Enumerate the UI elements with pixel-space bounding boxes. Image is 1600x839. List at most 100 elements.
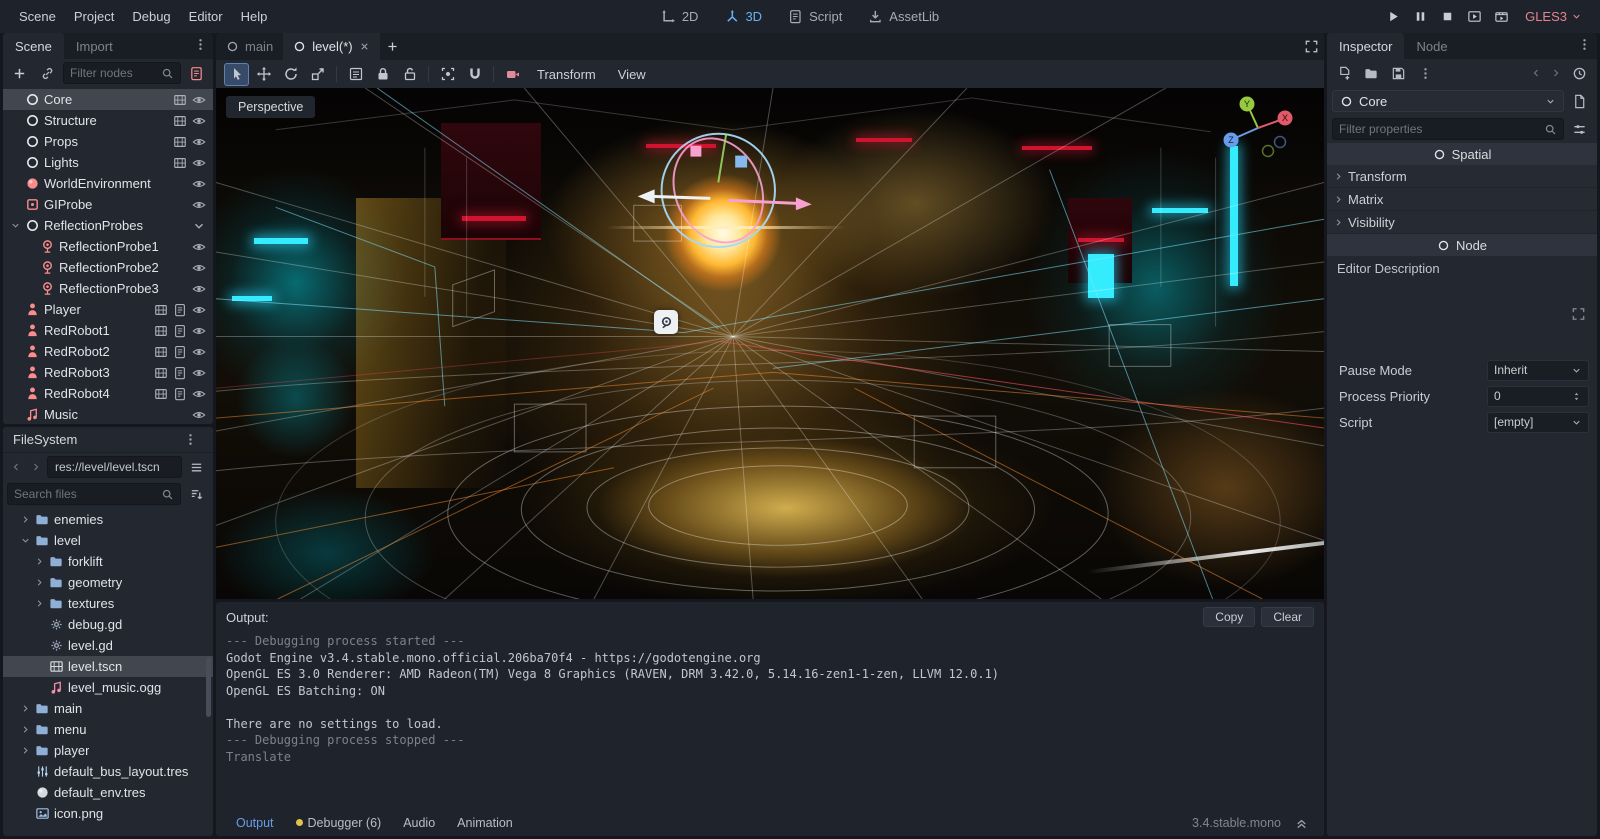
tool-snap[interactable] [462,63,487,86]
file-row[interactable]: main [3,698,213,719]
file-row[interactable]: level.gd [3,635,213,656]
switch-3d[interactable]: 3D [714,5,772,28]
scene-tree[interactable]: CoreStructurePropsLightsWorldEnvironment… [3,87,213,424]
scene-node-row[interactable]: ReflectionProbe2 [3,257,213,278]
expand-arrow-icon[interactable] [19,703,31,714]
menu-scene[interactable]: Scene [10,4,65,29]
expand-arrow-icon[interactable] [20,514,31,525]
menu-help[interactable]: Help [232,4,277,29]
visibility-eye-icon[interactable] [192,135,206,149]
expand-arrow-icon[interactable] [33,577,45,588]
file-row[interactable]: textures [3,593,213,614]
visibility-eye-icon[interactable] [192,303,206,317]
play-custom-scene-button[interactable] [1489,5,1514,28]
scene-node-row[interactable]: Props [3,131,213,152]
instance-scene-button[interactable] [35,62,60,85]
file-row[interactable]: icon.png [3,803,213,824]
open-scene-icon[interactable] [154,303,168,317]
open-scene-icon[interactable] [154,345,168,359]
expand-arrow-icon[interactable] [20,703,31,714]
script-icon[interactable] [173,366,187,380]
file-sort-button[interactable] [184,483,209,506]
script-icon[interactable] [173,387,187,401]
dock-menu-icon[interactable] [178,428,203,451]
bottom-tab-output[interactable]: Output [226,813,284,833]
group-visibility[interactable]: Visibility [1327,211,1597,234]
expand-arrow-icon[interactable] [34,556,45,567]
open-scene-icon[interactable] [154,324,168,338]
file-row[interactable]: level_music.ogg [3,677,213,698]
script-dropdown[interactable]: [empty] [1487,412,1589,433]
expand-arrow-icon[interactable] [33,598,45,609]
add-node-button[interactable] [7,62,32,85]
tab-node[interactable]: Node [1404,33,1459,59]
tool-rotate[interactable] [278,63,303,86]
visibility-eye-icon[interactable] [192,240,206,254]
scene-node-row[interactable]: ReflectionProbe3 [3,278,213,299]
play-button[interactable] [1381,5,1406,28]
current-path[interactable]: res://level/level.tscn [47,456,182,478]
switch-assetlib[interactable]: AssetLib [858,5,949,28]
filesystem-scrollbar[interactable] [206,657,211,717]
file-row[interactable]: geometry [3,572,213,593]
visibility-eye-icon[interactable] [192,366,206,380]
expand-description-icon[interactable] [1566,303,1591,326]
forward-button[interactable] [27,456,45,479]
scene-node-row[interactable]: Core [3,89,213,110]
pause-mode-dropdown[interactable]: Inherit [1487,360,1589,381]
file-row[interactable]: menu [3,719,213,740]
script-icon[interactable] [173,324,187,338]
tool-scale[interactable] [305,63,330,86]
group-matrix[interactable]: Matrix [1327,188,1597,211]
property-tools-icon[interactable] [1567,118,1592,141]
expand-arrow-icon[interactable] [19,514,31,525]
open-docs-icon[interactable] [1567,90,1592,113]
scene-node-row[interactable]: ReflectionProbes [3,215,213,236]
tool-select[interactable] [224,63,249,86]
copy-button[interactable]: Copy [1203,607,1255,627]
expand-arrow-icon[interactable] [9,220,21,231]
expand-arrow-icon[interactable] [19,535,31,546]
back-button[interactable] [7,456,25,479]
distraction-free-button[interactable] [1299,35,1324,58]
spinner-icon[interactable] [1571,391,1582,402]
file-row[interactable]: default_bus_layout.tres [3,761,213,782]
history-forward-icon[interactable] [1547,62,1565,85]
menu-debug[interactable]: Debug [123,4,179,29]
tool-unlock[interactable] [397,63,422,86]
expand-arrow-icon[interactable] [34,577,45,588]
tab-inspector[interactable]: Inspector [1327,33,1404,59]
scene-tab-level[interactable]: level(*) [283,33,379,60]
dock-menu-icon[interactable] [1572,33,1597,56]
file-row[interactable]: default_env.tres [3,782,213,803]
expand-arrow-icon[interactable] [20,535,31,546]
move-gizmo[interactable] [638,124,812,257]
open-scene-icon[interactable] [173,93,187,107]
bottom-tab-audio[interactable]: Audio [393,813,445,833]
process-priority-stepper[interactable]: 0 [1487,386,1589,407]
scene-node-row[interactable]: Lights [3,152,213,173]
renderer-dropdown[interactable]: GLES3 [1517,6,1590,27]
tool-camera-override[interactable] [500,63,525,86]
scene-node-row[interactable]: RedRobot3 [3,362,213,383]
scene-node-row[interactable]: GIProbe [3,194,213,215]
play-scene-button[interactable] [1462,5,1487,28]
transform-menu[interactable]: Transform [527,63,606,86]
scene-node-row[interactable]: RedRobot4 [3,383,213,404]
visibility-eye-icon[interactable] [192,345,206,359]
attach-script-button[interactable] [184,62,209,85]
visibility-eye-icon[interactable] [192,156,206,170]
category-spatial[interactable]: Spatial [1327,143,1597,165]
script-icon[interactable] [173,303,187,317]
visibility-eye-icon[interactable] [192,177,206,191]
clear-button[interactable]: Clear [1261,607,1314,627]
new-resource-icon[interactable] [1332,62,1357,85]
collapse-bottom-panel-icon[interactable] [1289,811,1314,834]
chevron-down-icon[interactable] [192,219,206,233]
visibility-eye-icon[interactable] [192,93,206,107]
scene-node-row[interactable]: ReflectionProbe1 [3,236,213,257]
axis-navigation-gizmo[interactable]: Y X Z [1218,94,1298,166]
file-row[interactable]: level [3,530,213,551]
scene-node-row[interactable]: Music [3,404,213,424]
expand-arrow-icon[interactable] [20,724,31,735]
